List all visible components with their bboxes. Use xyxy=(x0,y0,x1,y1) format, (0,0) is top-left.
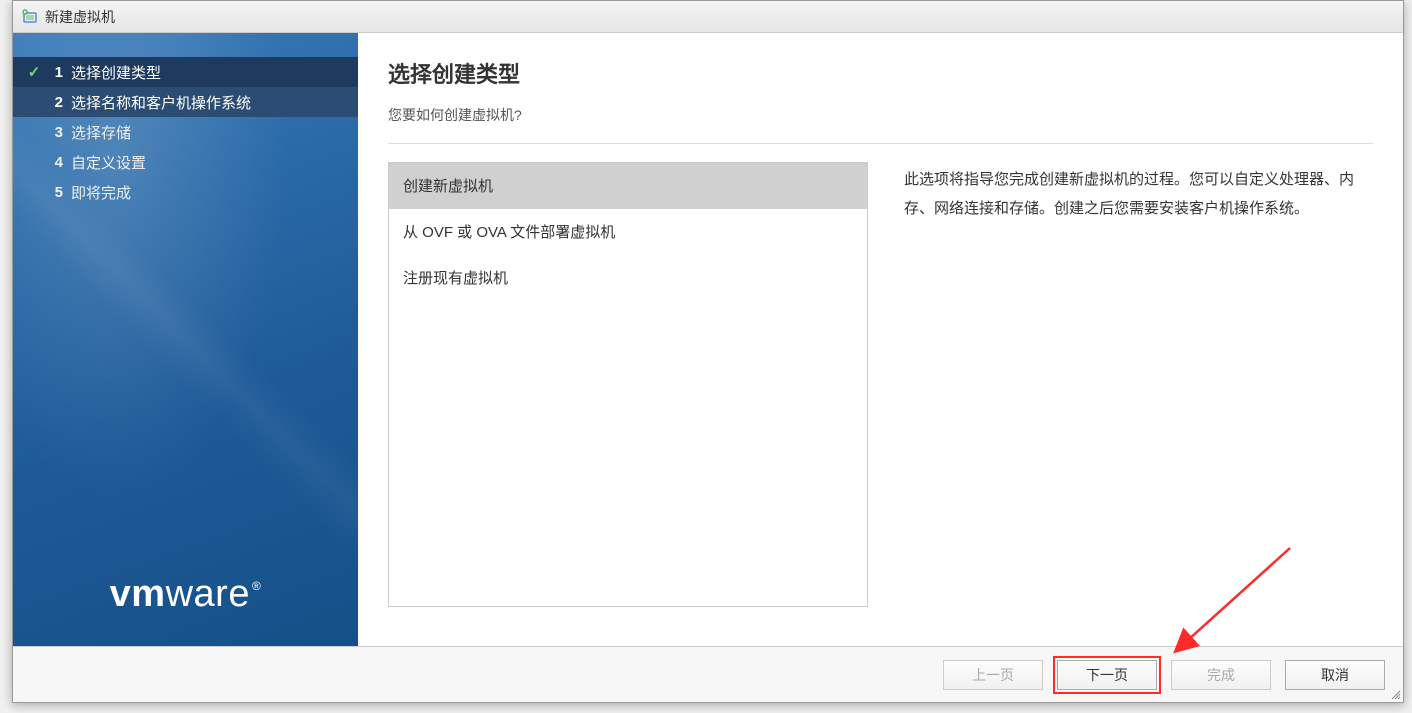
brand-part1: vm xyxy=(110,573,166,616)
wizard-steps: ✓1 选择创建类型 2 选择名称和客户机操作系统 3 选择存储 4 自定义设置 5 即将完成 xyxy=(13,57,358,207)
brand-part2: ware xyxy=(166,573,250,616)
dialog-title: 新建虚拟机 xyxy=(45,7,115,27)
step-number: 2 xyxy=(47,94,63,111)
step-label: 即将完成 xyxy=(71,182,131,203)
page-subtitle: 您要如何创建虚拟机? xyxy=(388,105,1373,125)
step-number: 5 xyxy=(47,184,63,201)
cancel-button[interactable]: 取消 xyxy=(1285,660,1385,690)
wizard-content: 选择创建类型 您要如何创建虚拟机? 创建新虚拟机从 OVF 或 OVA 文件部署… xyxy=(358,33,1403,646)
dialog-titlebar: 新建虚拟机 xyxy=(13,1,1403,33)
step-number: 3 xyxy=(47,124,63,141)
option-description: 此选项将指导您完成创建新虚拟机的过程。您可以自定义处理器、内存、网络连接和存储。… xyxy=(904,162,1373,636)
divider xyxy=(388,143,1373,144)
wizard-step-3[interactable]: 3 选择存储 xyxy=(13,117,358,147)
step-label: 自定义设置 xyxy=(71,152,146,173)
wizard-sidebar: ✓1 选择创建类型 2 选择名称和客户机操作系统 3 选择存储 4 自定义设置 5 即将完成 vm… xyxy=(13,33,358,646)
vm-icon xyxy=(21,8,39,26)
step-label: 选择名称和客户机操作系统 xyxy=(71,92,251,113)
back-button[interactable]: 上一页 xyxy=(943,660,1043,690)
step-label: 选择创建类型 xyxy=(71,62,161,83)
vmware-brand: vmware® xyxy=(13,573,358,616)
creation-type-options: 创建新虚拟机从 OVF 或 OVA 文件部署虚拟机注册现有虚拟机 xyxy=(388,162,868,607)
step-number: 1 xyxy=(47,64,63,81)
creation-option-0[interactable]: 创建新虚拟机 xyxy=(389,163,867,209)
step-label: 选择存储 xyxy=(71,122,131,143)
page-title: 选择创建类型 xyxy=(388,57,1373,89)
wizard-step-2[interactable]: 2 选择名称和客户机操作系统 xyxy=(13,87,358,117)
next-button[interactable]: 下一页 xyxy=(1057,660,1157,690)
wizard-footer: 上一页 下一页 完成 取消 xyxy=(13,646,1403,702)
creation-option-2[interactable]: 注册现有虚拟机 xyxy=(389,255,867,301)
dialog-body: ✓1 选择创建类型 2 选择名称和客户机操作系统 3 选择存储 4 自定义设置 5 即将完成 vm… xyxy=(13,33,1403,646)
brand-reg: ® xyxy=(252,579,261,593)
new-vm-wizard-dialog: 新建虚拟机 ✓1 选择创建类型 2 选择名称和客户机操作系统 3 选择存储 4 自定义设置 5即… xyxy=(12,0,1404,703)
wizard-step-1[interactable]: ✓1 选择创建类型 xyxy=(13,57,358,87)
finish-button[interactable]: 完成 xyxy=(1171,660,1271,690)
resize-grip-icon[interactable] xyxy=(1389,688,1401,700)
checkmark-icon: ✓ xyxy=(25,63,43,81)
step-number: 4 xyxy=(47,154,63,171)
wizard-step-5[interactable]: 5 即将完成 xyxy=(13,177,358,207)
panel-row: 创建新虚拟机从 OVF 或 OVA 文件部署虚拟机注册现有虚拟机 此选项将指导您… xyxy=(388,162,1373,636)
wizard-step-4[interactable]: 4 自定义设置 xyxy=(13,147,358,177)
creation-option-1[interactable]: 从 OVF 或 OVA 文件部署虚拟机 xyxy=(389,209,867,255)
